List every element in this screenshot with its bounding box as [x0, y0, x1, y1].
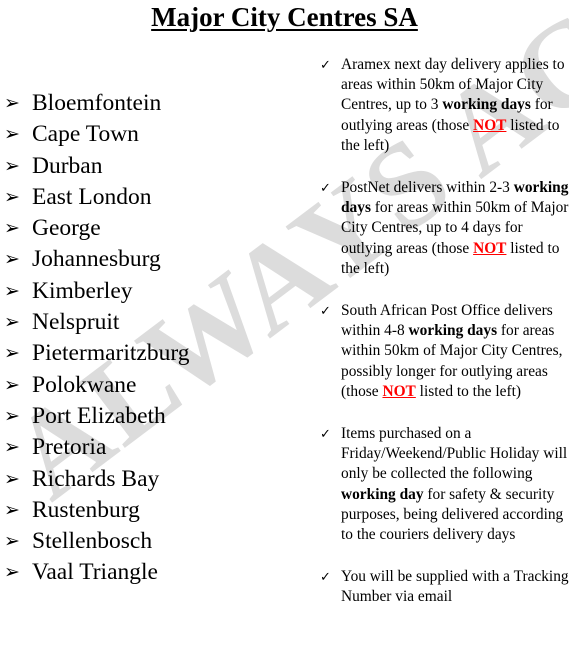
list-item: ➢ Richards Bay: [0, 464, 300, 495]
major-city-centres-list: ➢ Bloemfontein ➢ Cape Town ➢ Durban ➢ East Lond…: [0, 88, 300, 589]
city-name: Stellenbosch: [32, 528, 153, 555]
city-name: Johannesburg: [32, 246, 161, 273]
city-name: Vaal Triangle: [32, 559, 158, 586]
list-item: ➢ Durban: [0, 151, 300, 182]
page-title: Major City Centres SA: [0, 1, 569, 33]
check-bullet-icon: ✓: [320, 303, 331, 319]
delivery-note-text: You will be supplied with a Tracking Num…: [341, 568, 569, 605]
list-item: ➢ Stellenbosch: [0, 526, 300, 557]
city-name: Pietermaritzburg: [32, 340, 190, 367]
list-item: ➢ Cape Town: [0, 119, 300, 150]
arrow-bullet-icon: ➢: [4, 405, 20, 427]
arrow-bullet-icon: ➢: [4, 531, 20, 553]
list-item: ➢ Johannesburg: [0, 244, 300, 275]
city-name: Cape Town: [32, 121, 139, 148]
list-item: ➢ Pretoria: [0, 432, 300, 463]
delivery-notes-list: ✓ Aramex next day delivery applies to are…: [318, 55, 569, 630]
list-item: ➢ Pietermaritzburg: [0, 338, 300, 369]
city-name: George: [32, 215, 101, 242]
emphasis-not: NOT: [473, 116, 507, 134]
city-name: Bloemfontein: [32, 90, 162, 116]
delivery-note-item: ✓ You will be supplied with a Tracking Nu…: [318, 567, 569, 607]
emphasis-not: NOT: [382, 382, 416, 400]
delivery-note-text: Aramex next day delivery applies to area…: [341, 56, 565, 154]
emphasis-not: NOT: [473, 239, 507, 257]
emphasis-bold: working days: [442, 96, 531, 114]
delivery-note-item: ✓ PostNet delivers within 2-3 working day…: [318, 178, 569, 279]
document-page: Major City Centres SA ➢ Bloemfontein ➢ Cape…: [0, 0, 569, 662]
delivery-note-item: ✓ Aramex next day delivery applies to are…: [318, 55, 569, 156]
emphasis-bold: working day: [341, 485, 424, 503]
arrow-bullet-icon: ➢: [4, 186, 20, 208]
emphasis-bold: working days: [408, 322, 498, 340]
check-bullet-icon: ✓: [320, 569, 331, 585]
arrow-bullet-icon: ➢: [4, 499, 20, 521]
city-name: East London: [32, 183, 152, 210]
city-name: Pretoria: [32, 434, 107, 461]
city-name: Rustenburg: [32, 496, 140, 523]
arrow-bullet-icon: ➢: [4, 468, 20, 490]
arrow-bullet-icon: ➢: [4, 437, 20, 459]
city-name: Nelspruit: [32, 309, 120, 336]
city-name: Richards Bay: [32, 465, 160, 492]
list-item: ➢ George: [0, 213, 300, 244]
list-item: ➢ Port Elizabeth: [0, 401, 300, 432]
delivery-note-text: PostNet delivers within 2-3 working days…: [341, 179, 568, 277]
note-text-segment: PostNet delivers within 2-3: [341, 179, 514, 197]
city-name: Durban: [32, 152, 103, 179]
city-name: Polokwane: [32, 371, 137, 398]
note-text-segment: listed to the left): [415, 382, 521, 400]
city-name: Port Elizabeth: [32, 402, 166, 429]
check-bullet-icon: ✓: [320, 426, 331, 442]
list-item: ➢ Rustenburg: [0, 495, 300, 526]
note-text-segment: Items purchased on a Friday/Weekend/Publ…: [341, 425, 568, 483]
arrow-bullet-icon: ➢: [4, 93, 20, 114]
page-title-text: Major City Centres SA: [151, 2, 418, 32]
delivery-note-text: Items purchased on a Friday/Weekend/Publ…: [341, 425, 567, 543]
check-bullet-icon: ✓: [320, 180, 331, 196]
arrow-bullet-icon: ➢: [4, 124, 20, 146]
delivery-note-item: ✓ Items purchased on a Friday/Weekend/Pub…: [318, 424, 569, 545]
delivery-note-text: South African Post Office delivers withi…: [341, 302, 562, 400]
list-item: ➢ Nelspruit: [0, 307, 300, 338]
arrow-bullet-icon: ➢: [4, 155, 20, 177]
delivery-note-item: ✓ South African Post Office delivers with…: [318, 301, 569, 402]
arrow-bullet-icon: ➢: [4, 562, 20, 584]
arrow-bullet-icon: ➢: [4, 218, 20, 240]
list-item: ➢ Bloemfontein: [0, 88, 300, 119]
list-item: ➢ East London: [0, 182, 300, 213]
list-item: ➢ Polokwane: [0, 370, 300, 401]
arrow-bullet-icon: ➢: [4, 374, 20, 396]
list-item: ➢ Kimberley: [0, 276, 300, 307]
list-item: ➢ Vaal Triangle: [0, 557, 300, 588]
arrow-bullet-icon: ➢: [4, 280, 20, 302]
note-text-segment: You will be supplied with a Tracking Num…: [341, 568, 569, 606]
arrow-bullet-icon: ➢: [4, 312, 20, 334]
arrow-bullet-icon: ➢: [4, 249, 20, 271]
arrow-bullet-icon: ➢: [4, 343, 20, 365]
check-bullet-icon: ✓: [320, 57, 331, 72]
city-name: Kimberley: [32, 277, 133, 304]
